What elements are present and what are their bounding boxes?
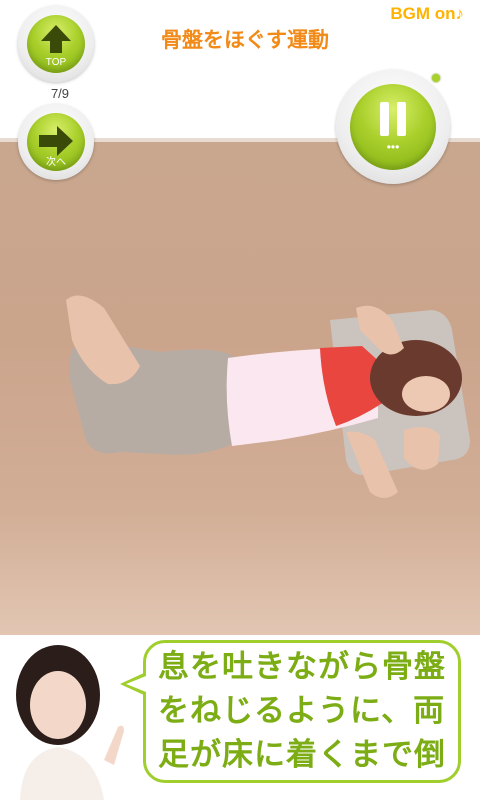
instruction-line-3: 足が床に着くまで倒: [158, 737, 446, 773]
bgm-toggle[interactable]: BGM on♪: [390, 4, 464, 24]
exercise-figure: [66, 295, 470, 498]
next-button[interactable]: 次へ: [18, 104, 94, 180]
instructor-avatar: [16, 645, 124, 800]
speech-bubble-tail-inner: [126, 676, 146, 692]
pause-button[interactable]: •••: [336, 70, 450, 184]
progress-counter: 7/9: [50, 86, 70, 101]
pause-dots: •••: [386, 140, 400, 154]
top-button[interactable]: TOP: [18, 6, 94, 82]
page-title: 骨盤をほぐす運動: [161, 28, 329, 52]
instruction-line-2: をねじるように、両: [158, 693, 446, 729]
instruction-text: 息を吐きながら骨盤 をねじるように、両 足が床に着くまで倒: [158, 645, 458, 777]
next-button-label: 次へ: [46, 157, 66, 168]
exercise-scene: [0, 140, 480, 635]
face: [402, 376, 450, 412]
pause-icon: [380, 102, 406, 136]
hand: [404, 427, 440, 470]
instruction-line-1: 息を吐きながら骨盤: [158, 649, 446, 685]
top-button-label: TOP: [45, 57, 67, 68]
status-indicator: [432, 74, 440, 82]
